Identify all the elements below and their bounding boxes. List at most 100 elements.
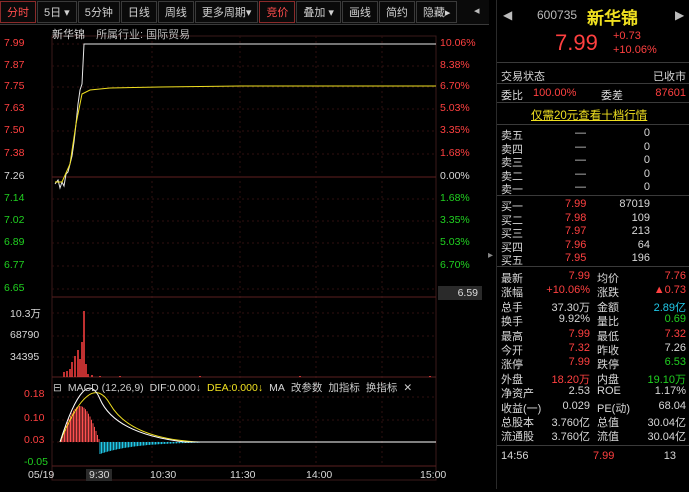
tick-row: 14:56 7.99 13 <box>497 450 689 463</box>
stat-value: 7.26 <box>664 342 686 354</box>
toolbar-tab[interactable]: 隐藏▸ <box>415 1 458 23</box>
stat-value: 2.53 <box>568 385 590 398</box>
stat-row: 最新 7.99 均价 7.76 <box>497 270 689 285</box>
chart-toolbar: 分时 5日 ▾ 5分钟 日线 周线 更多周期▾ 竞价 叠加 ▾ 画线 简约 隐藏▸ <box>0 0 489 25</box>
percent-axis-label: 6.70% <box>440 259 470 271</box>
percent-axis-label: 5.03% <box>440 236 470 248</box>
toolbar-tab[interactable]: 分时 <box>0 1 36 23</box>
percent-axis-label: 10.06% <box>440 37 476 49</box>
prev-stock-icon[interactable]: ◀ <box>503 8 512 22</box>
stat-row: 收益(一) 0.029 PE(动) 68.04 <box>497 399 689 415</box>
bid-price: 7.99 <box>565 198 587 210</box>
stat-row: 外盘 18.20万 内盘 19.10万 <box>497 371 689 386</box>
stat-row: 最高 7.99 最低 7.32 <box>497 327 689 343</box>
bid-price: 7.97 <box>565 225 587 238</box>
ask-price: — <box>575 167 586 180</box>
indicator-collapse-icon[interactable]: ⊟ <box>53 382 62 394</box>
time-axis-label: 11:30 <box>230 469 256 481</box>
ask-price: — <box>575 154 586 167</box>
toolbar-minimize-icon[interactable]: ◂ <box>474 4 480 17</box>
bid-row: 买三 7.97 213 <box>497 225 689 240</box>
dif-value: DIF:0.000↓ <box>149 382 202 394</box>
stat-value: 7.32 <box>664 327 686 340</box>
toolbar-tab[interactable]: 5分钟 <box>77 1 120 23</box>
price-axis-label: 7.26 <box>4 170 25 182</box>
stat-label: 流值 <box>597 431 619 444</box>
bid-row: 买二 7.98 109 <box>497 211 689 227</box>
weibi-value: 100.00% <box>533 87 577 99</box>
stat-value: +10.06% <box>546 284 590 297</box>
price-axis-label: 7.02 <box>4 214 25 226</box>
swap-indicator-button[interactable]: 换指标 <box>366 382 398 394</box>
percent-axis-label: 8.38% <box>440 59 470 71</box>
stat-value: 7.99 <box>568 356 590 369</box>
indicator-title[interactable]: MACD (12,26,9) <box>68 382 144 394</box>
price-axis-label: 6.89 <box>4 236 25 248</box>
toolbar-tab[interactable]: 更多周期▾ <box>194 1 259 23</box>
price-axis-label: 7.63 <box>4 102 25 114</box>
ask-price: — <box>575 181 586 194</box>
time-axis-label: 9:30 <box>86 469 113 481</box>
chart-industry: 所属行业: 国际贸易 <box>96 29 191 41</box>
stat-value: 9.92% <box>558 313 590 326</box>
volume-axis-label: 68790 <box>10 329 40 341</box>
stock-code: 600735 <box>537 8 578 22</box>
collapse-panel-icon[interactable]: ▸ <box>488 250 494 274</box>
toolbar-tab[interactable]: 画线 <box>341 1 378 23</box>
toolbar-tab[interactable]: 5日 ▾ <box>37 1 77 23</box>
edit-params-button[interactable]: 改参数 <box>291 382 323 394</box>
cursor-price-label: 6.59 <box>438 286 482 300</box>
stat-value: 3.760亿 <box>551 431 590 444</box>
ask-row: 卖五 —0 <box>497 127 689 142</box>
bid-price: 7.98 <box>565 211 587 224</box>
macd-axis-label: 0.03 <box>24 434 45 446</box>
tick-volume: 13 <box>663 450 676 462</box>
tick-time: 14:56 <box>501 450 529 462</box>
percent-axis-label: 3.35% <box>440 214 470 226</box>
dea-line <box>59 392 436 443</box>
price-axis-label: 7.14 <box>4 192 25 204</box>
weibi-row: 委比 100.00% 委差 87601 <box>497 87 689 102</box>
separator <box>497 445 689 446</box>
toolbar-tab[interactable]: 简约 <box>378 1 415 23</box>
price-axis-label: 7.87 <box>4 59 25 71</box>
intraday-chart[interactable]: 新华锦 所属行业: 国际贸易 7.99 7.87 7.75 7.63 7.50 7.38 7… <box>0 24 489 489</box>
level2-promo-link[interactable]: 仅需20元查看十档行情 <box>531 107 647 123</box>
dea-value: DEA:0.000↓ <box>207 382 264 394</box>
status-row: 交易状态 已收市 <box>497 68 689 83</box>
separator <box>497 62 689 63</box>
macd-axis-label: 0.10 <box>24 412 45 424</box>
price-axis-label: 7.50 <box>4 124 25 136</box>
ask-price: — <box>575 140 586 153</box>
last-price: 7.99 <box>555 30 598 55</box>
time-axis-label: 14:00 <box>306 469 333 481</box>
average-price-line <box>55 85 436 183</box>
ask-price: — <box>575 127 586 139</box>
bid-row: 买一 7.99 87019 <box>497 198 689 213</box>
bid-volume: 109 <box>631 211 650 224</box>
price-change-percent: +10.06% <box>613 44 657 56</box>
ask-row: 卖二 —0 <box>497 167 689 183</box>
stat-value: 0.029 <box>562 399 590 412</box>
percent-axis-label: 6.70% <box>440 80 470 92</box>
stat-value: 7.99 <box>568 270 590 282</box>
add-indicator-button[interactable]: 加指标 <box>328 382 360 394</box>
separator <box>497 195 689 196</box>
next-stock-icon[interactable]: ▶ <box>675 8 684 22</box>
price-axis-label: 7.75 <box>4 80 25 92</box>
bid-volume: 87019 <box>619 198 650 210</box>
toolbar-tab[interactable]: 竞价 <box>259 1 296 23</box>
toolbar-tab[interactable]: 叠加 ▾ <box>296 1 341 23</box>
ask-volume: 0 <box>643 127 650 139</box>
separator <box>497 83 689 84</box>
time-axis-label: 05/19 <box>28 469 55 481</box>
separator <box>497 124 689 125</box>
bid-volume: 196 <box>631 252 650 265</box>
ask-row: 卖一 —0 <box>497 181 689 196</box>
volume-axis-label: 10.3万 <box>10 308 41 320</box>
stat-value: 7.99 <box>568 327 590 340</box>
toolbar-tab[interactable]: 周线 <box>157 1 194 23</box>
status-label: 交易状态 <box>501 71 545 83</box>
close-indicator-icon[interactable]: ✕ <box>403 382 412 394</box>
toolbar-tab[interactable]: 日线 <box>120 1 157 23</box>
